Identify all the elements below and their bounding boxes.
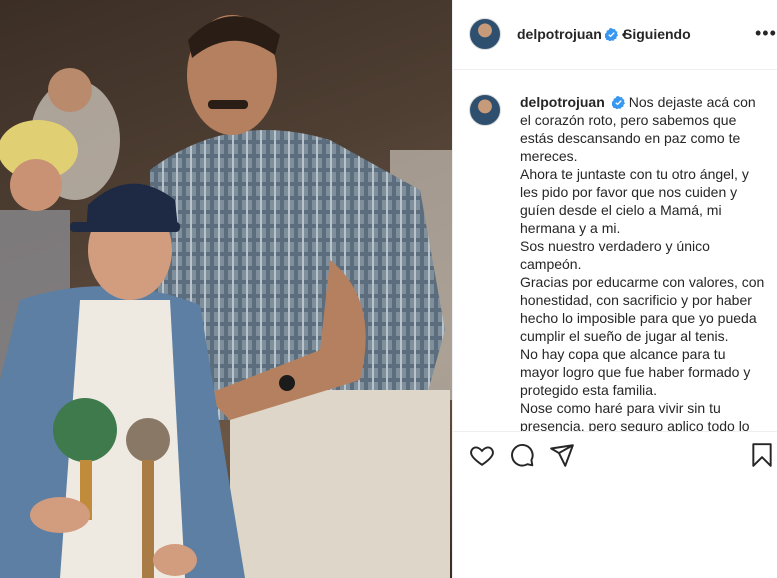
caption-paragraph: delpotrojuan Nos dejaste acá con el coraz… xyxy=(520,93,766,165)
more-options-icon[interactable]: ••• xyxy=(755,24,777,42)
author-username[interactable]: delpotrojuan xyxy=(517,26,602,42)
comment-icon[interactable] xyxy=(509,442,535,468)
vintage-photo-illustration xyxy=(0,15,452,578)
following-button[interactable]: Siguiendo xyxy=(623,26,691,42)
caption-line: Gracias por educarme con valores, con ho… xyxy=(520,274,765,344)
verified-badge-icon xyxy=(611,96,625,109)
verified-badge-icon xyxy=(604,28,618,41)
post-actions xyxy=(453,432,777,480)
caption-line: Ahora te juntaste con tu otro ángel, y l… xyxy=(520,166,749,236)
caption-username[interactable]: delpotrojuan xyxy=(520,94,605,110)
post-photo[interactable] xyxy=(0,0,452,578)
caption-line: Sos nuestro verdadero y único campeón. xyxy=(520,238,710,272)
instagram-post: delpotrojuan • Siguiendo ••• delpotrojuan… xyxy=(0,0,777,578)
post-side-panel: delpotrojuan • Siguiendo ••• delpotrojuan… xyxy=(452,0,777,578)
author-block: delpotrojuan • xyxy=(517,26,630,44)
bookmark-icon[interactable] xyxy=(749,442,775,468)
share-icon[interactable] xyxy=(549,442,575,468)
caption-line: No hay copa que alcance para tu mayor lo… xyxy=(520,346,751,398)
author-avatar[interactable] xyxy=(469,18,501,50)
caption-area: delpotrojuan Nos dejaste acá con el coraz… xyxy=(453,70,777,432)
post-header: delpotrojuan • Siguiendo ••• xyxy=(453,0,777,70)
caption-line: Nose como haré para vivir sin tu presenc… xyxy=(520,400,750,432)
caption-author-avatar[interactable] xyxy=(469,94,501,126)
caption-text: delpotrojuan Nos dejaste acá con el coraz… xyxy=(520,93,766,432)
heart-icon[interactable] xyxy=(469,442,495,468)
